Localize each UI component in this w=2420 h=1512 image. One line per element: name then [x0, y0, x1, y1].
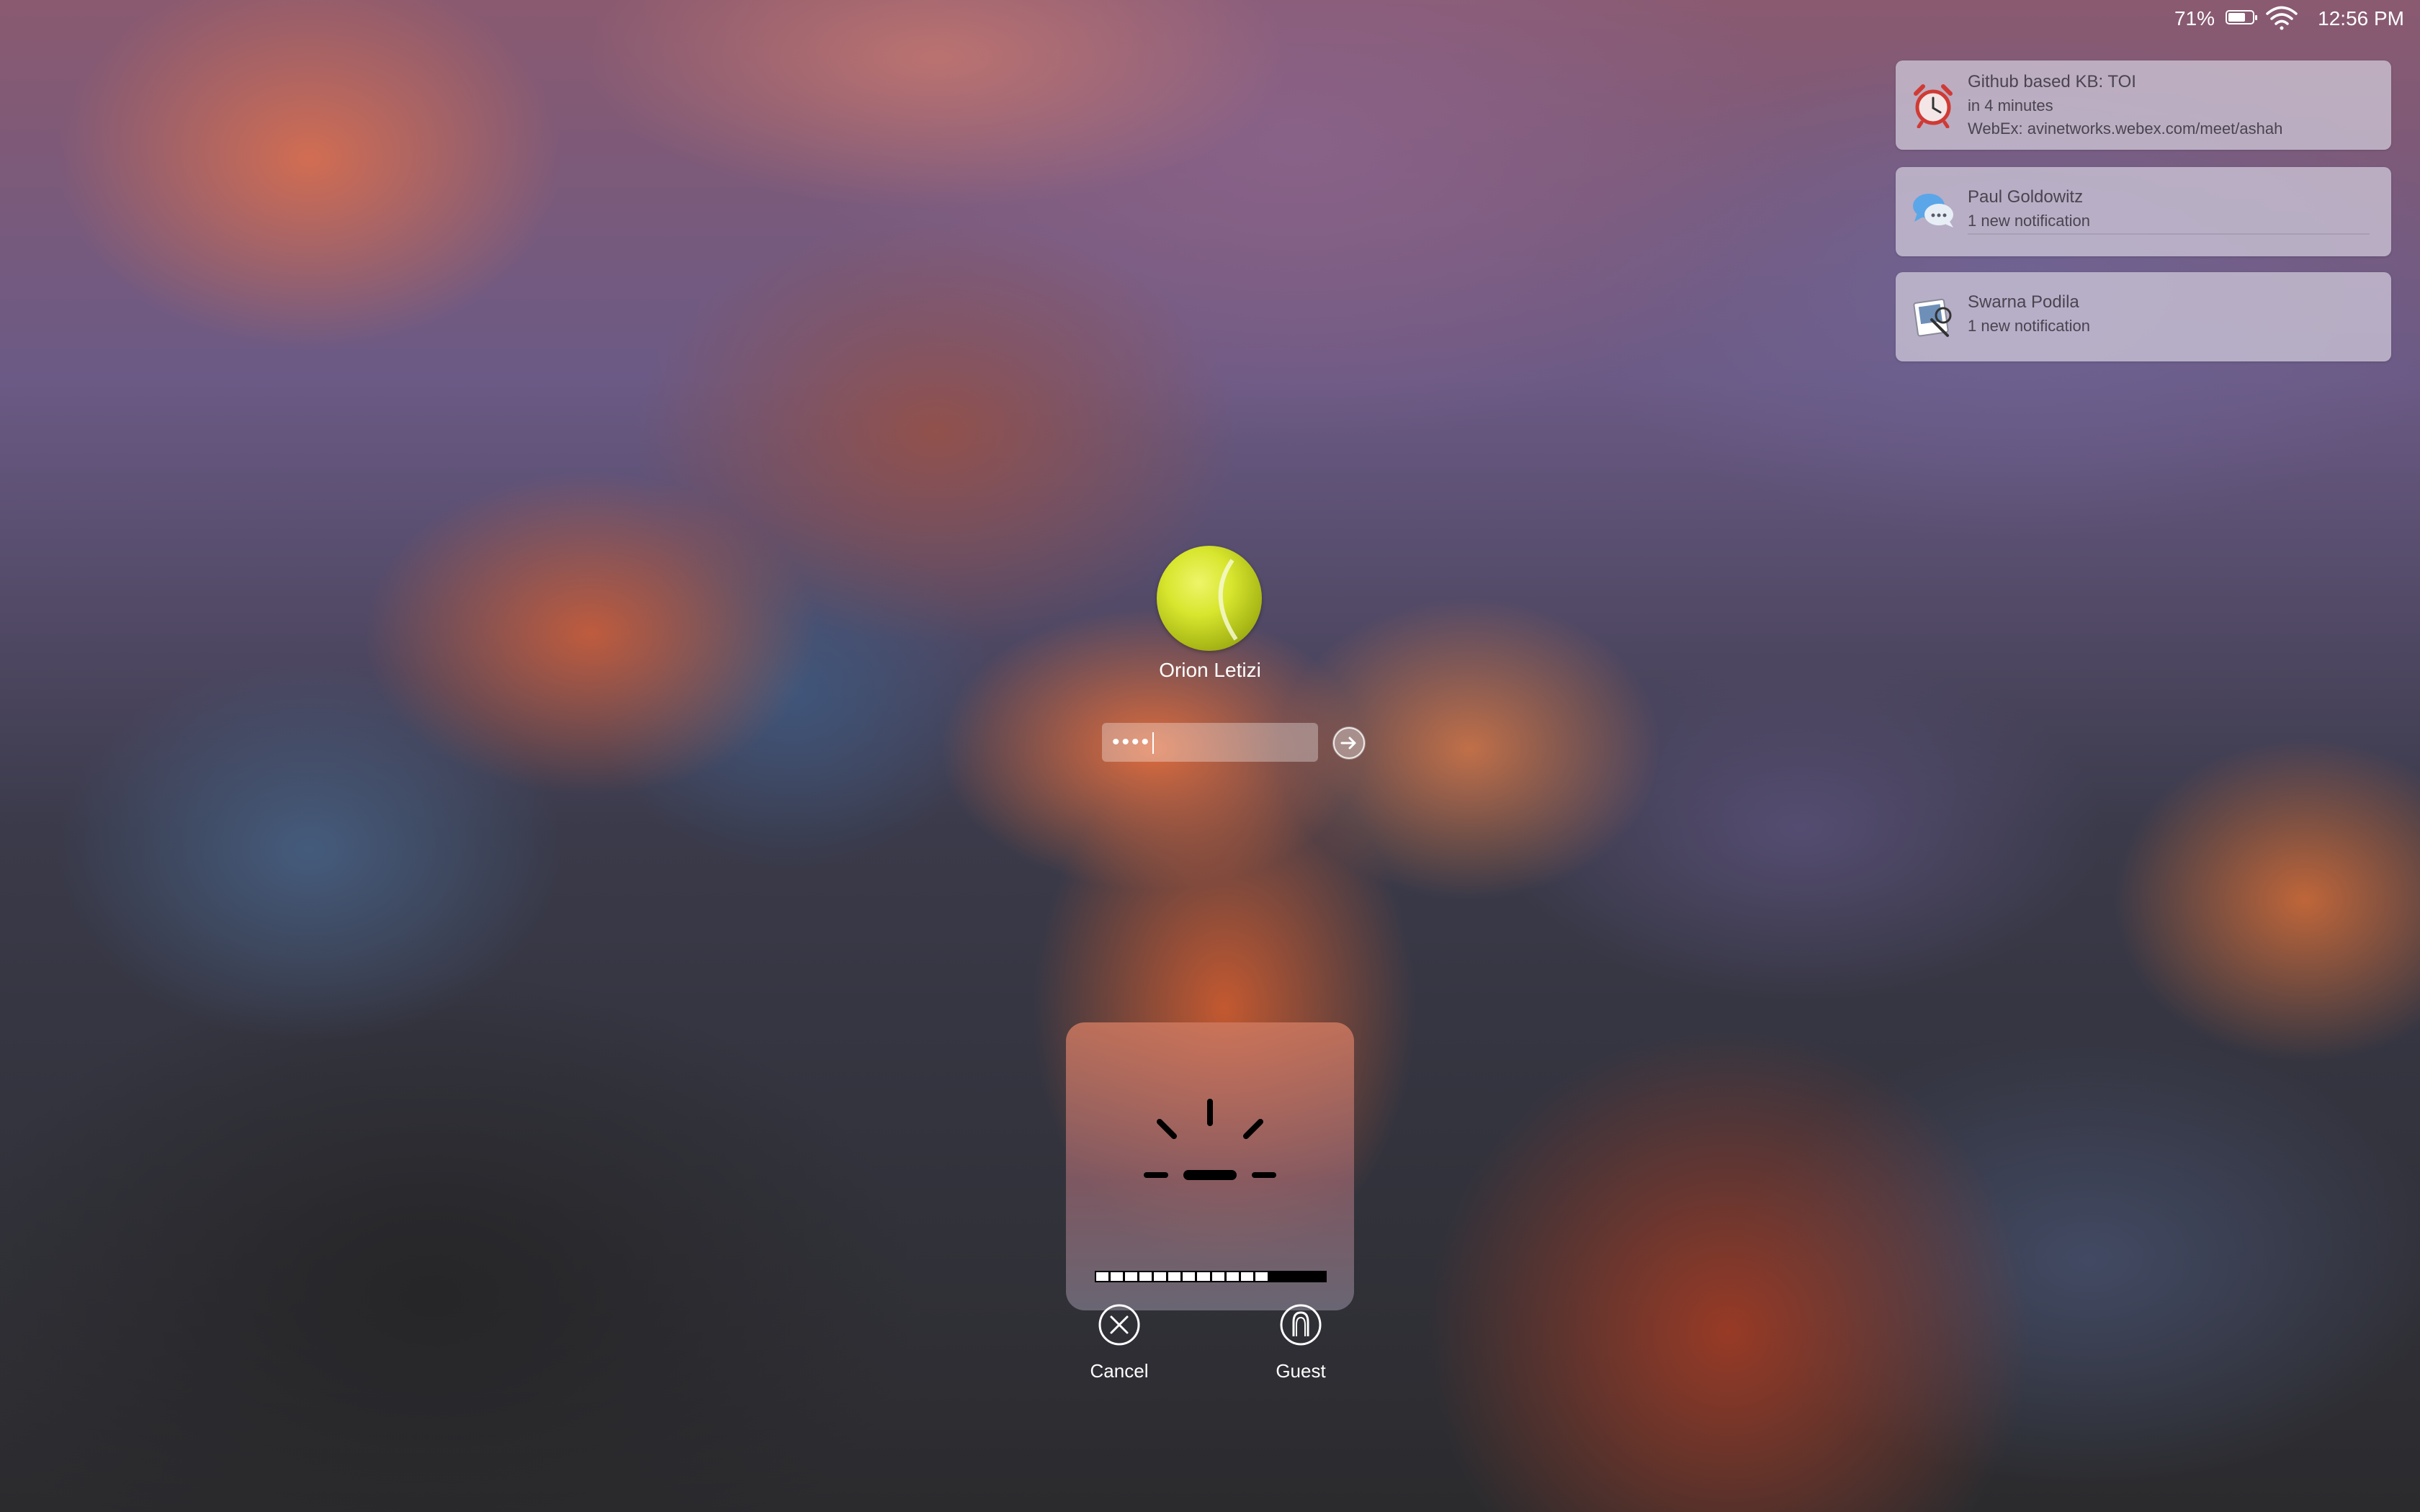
guest-user-icon: [1280, 1304, 1322, 1346]
brightness-segment: [1154, 1272, 1167, 1281]
alarm-clock-icon: [1914, 84, 1953, 128]
messages-icon: [1913, 194, 1953, 228]
notification-body: WebEx: avinetworks.webex.com/meet/ashah: [1968, 120, 2283, 138]
guest-button[interactable]: Guest: [1250, 1303, 1351, 1382]
brightness-segment: [1111, 1272, 1124, 1281]
guest-label: Guest: [1276, 1360, 1326, 1382]
notification-calendar[interactable]: Github based KB: TOI in 4 minutes WebEx:…: [1896, 60, 2391, 150]
brightness-segment: [1197, 1272, 1210, 1281]
brightness-level-bar: [1095, 1271, 1327, 1282]
arrow-right-icon[interactable]: [1332, 726, 1366, 760]
preview-icon: [1913, 298, 1952, 337]
wifi-icon[interactable]: [2266, 6, 2298, 30]
notification-preview[interactable]: Swarna Podila 1 new notification: [1896, 272, 2391, 361]
battery-icon[interactable]: [2226, 10, 2257, 24]
cancel-button[interactable]: Cancel: [1069, 1303, 1170, 1382]
brightness-icon: [1144, 1099, 1276, 1180]
tennis-ball-avatar[interactable]: [1157, 546, 1262, 651]
brightness-hud: [1066, 1022, 1354, 1310]
notification-title: Github based KB: TOI: [1968, 72, 2136, 91]
username-label: Orion Letizi: [1159, 659, 1261, 681]
notification-subtitle: 1 new notification: [1968, 317, 2090, 335]
clock[interactable]: 12:56 PM: [2318, 7, 2404, 30]
brightness-segment: [1283, 1272, 1296, 1281]
password-field[interactable]: ••••: [1102, 723, 1318, 762]
brightness-segment: [1240, 1272, 1253, 1281]
text-caret: [1152, 732, 1155, 755]
brightness-segment: [1226, 1272, 1239, 1281]
brightness-segment: [1255, 1272, 1268, 1281]
brightness-segment: [1168, 1272, 1181, 1281]
notification-messages[interactable]: Paul Goldowitz 1 new notification: [1896, 167, 2391, 256]
notification-subtitle: in 4 minutes: [1968, 96, 2053, 114]
brightness-segment: [1139, 1272, 1152, 1281]
brightness-segment: [1211, 1272, 1224, 1281]
close-icon: [1098, 1304, 1140, 1346]
password-mask: ••••: [1112, 730, 1152, 754]
notification-title: Swarna Podila: [1968, 292, 2079, 312]
brightness-segment: [1312, 1272, 1325, 1281]
brightness-segment: [1269, 1272, 1282, 1281]
brightness-segment: [1183, 1272, 1196, 1281]
tennis-ball-seam: [1218, 559, 1238, 641]
divider: [1968, 233, 2370, 235]
cancel-label: Cancel: [1090, 1360, 1149, 1382]
battery-percent: 71%: [2174, 7, 2215, 30]
notification-title: Paul Goldowitz: [1968, 187, 2084, 207]
notification-subtitle: 1 new notification: [1968, 212, 2090, 230]
brightness-segment: [1125, 1272, 1138, 1281]
brightness-segment: [1096, 1272, 1109, 1281]
brightness-segment: [1298, 1272, 1311, 1281]
